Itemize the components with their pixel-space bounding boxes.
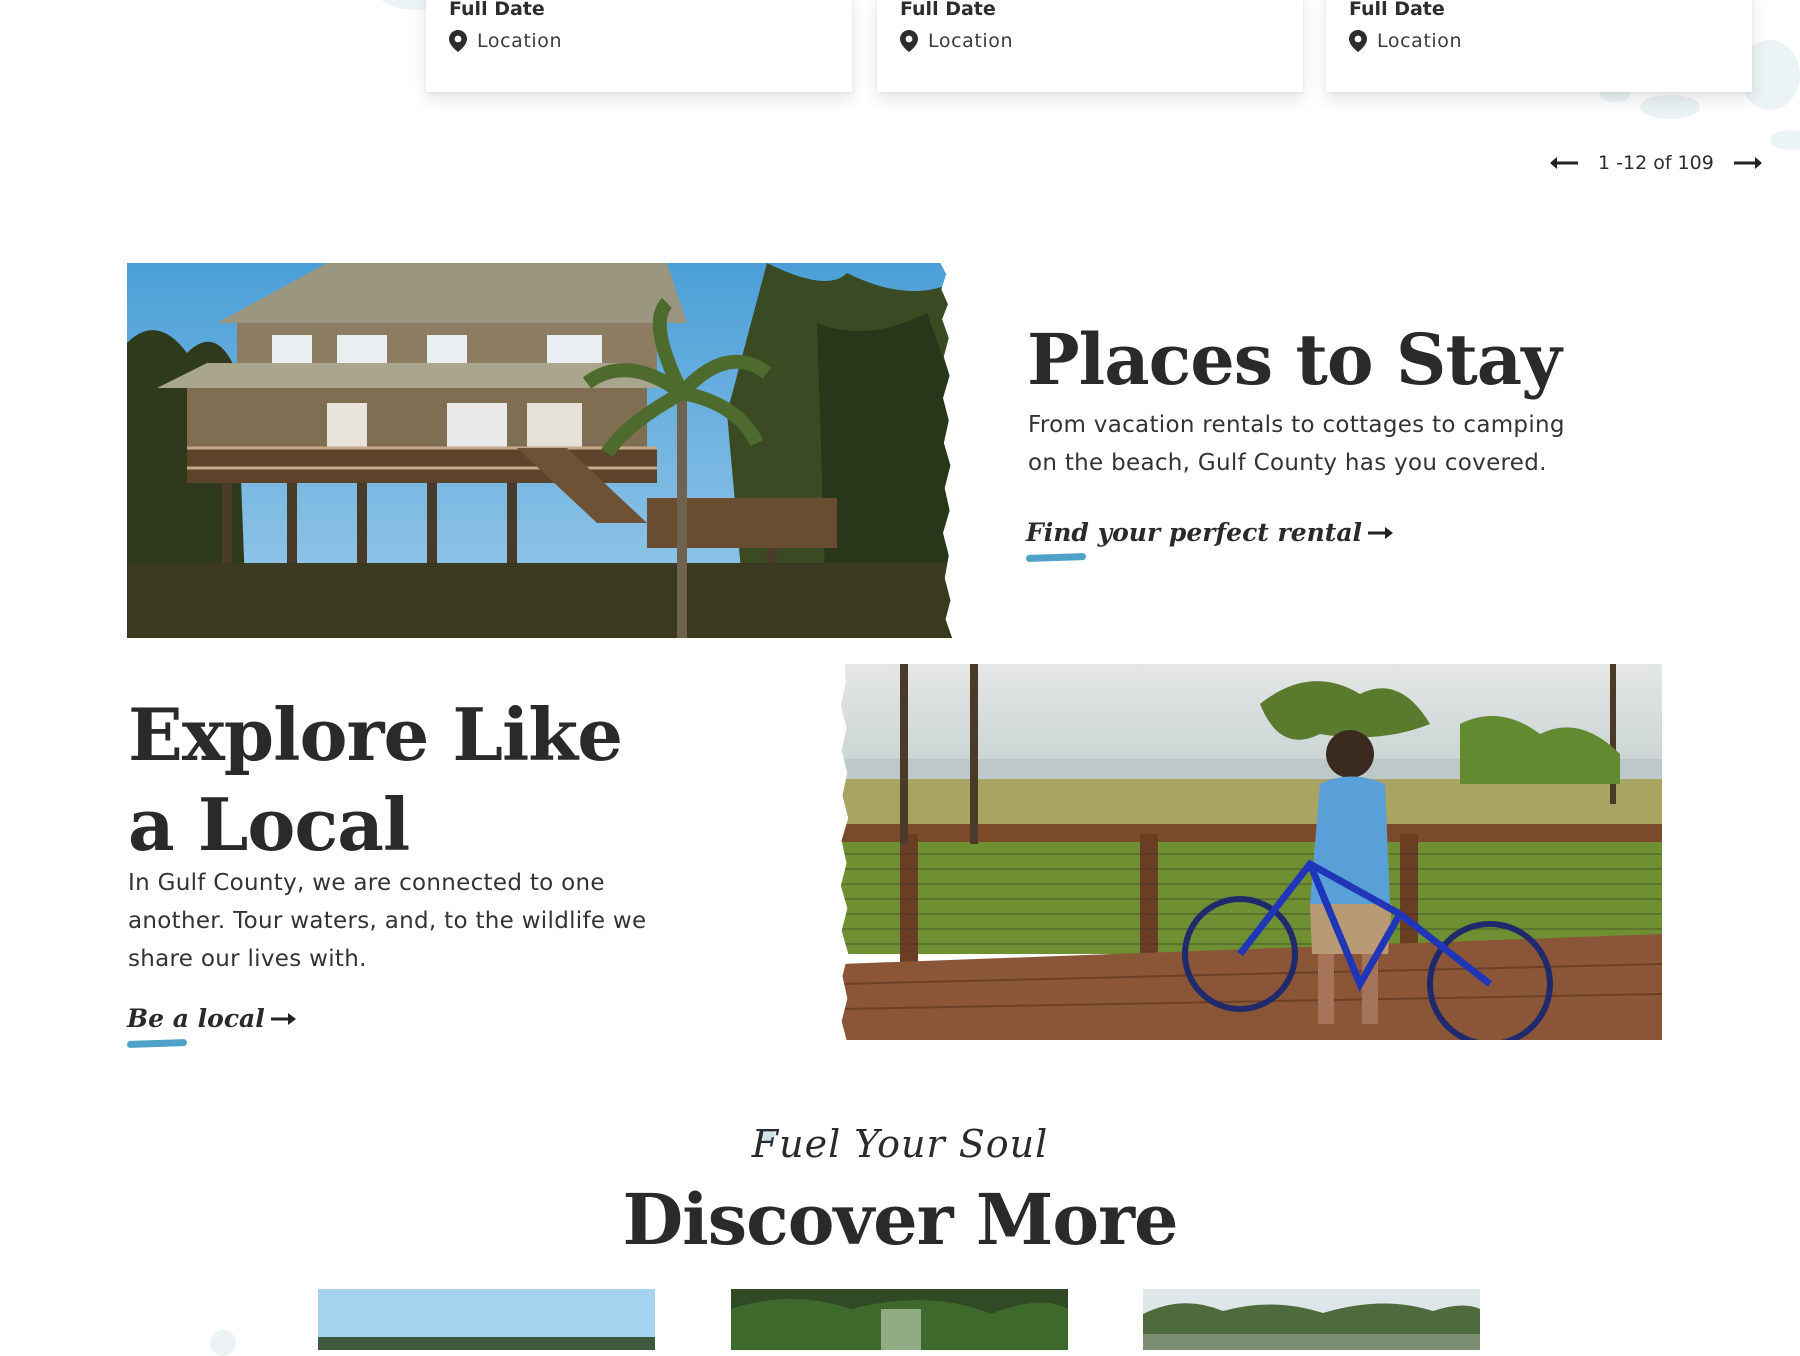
event-card[interactable]: Full Date Location [426,0,852,92]
discover-thumbnail[interactable] [731,1289,1068,1350]
arrow-right-icon [1368,526,1394,539]
pagination: 1 -12 of 109 [1548,152,1764,174]
event-location: Location [1349,30,1462,52]
event-date: Full Date [449,0,545,20]
fuel-your-soul-eyebrow: Fuel Your Soul [751,1122,1049,1166]
beach-house-photo [127,263,952,638]
discover-thumbnail[interactable] [1143,1289,1480,1350]
arrow-right-icon[interactable] [1732,155,1764,171]
explore-description: In Gulf County, we are connected to one … [128,870,647,972]
event-date: Full Date [1349,0,1445,20]
cyclist-boardwalk-photo [840,664,1662,1040]
explore-like-a-local-title: Explore Like a Local [128,692,623,867]
event-card[interactable]: Full Date Location [1326,0,1752,92]
find-rental-link[interactable]: Find your perfect rental [1025,518,1394,563]
discover-more-title: Discover More [622,1178,1178,1261]
accent-underline [1025,552,1087,563]
be-a-local-label: Be a local [127,1004,265,1033]
location-pin-icon [900,30,918,52]
event-location: Location [900,30,1013,52]
event-date: Full Date [900,0,996,20]
event-card[interactable]: Full Date Location [877,0,1303,92]
places-to-stay-title: Places to Stay [1027,318,1562,401]
find-rental-label: Find your perfect rental [1026,518,1363,547]
arrow-right-icon [270,1012,296,1025]
watercolor-splash [210,1330,236,1356]
location-pin-icon [1349,30,1367,52]
arrow-left-icon[interactable] [1548,155,1580,171]
watercolor-splash [1640,95,1700,119]
location-pin-icon [449,30,467,52]
places-to-stay-description: From vacation rentals to cottages to cam… [1028,412,1565,476]
event-location-label: Location [477,30,563,52]
discover-thumbnail[interactable] [318,1289,655,1350]
be-a-local-link[interactable]: Be a local [126,1004,297,1049]
pagination-label: 1 -12 of 109 [1598,152,1714,174]
watercolor-splash [1770,130,1800,150]
event-location: Location [449,30,562,52]
event-location-label: Location [928,30,1014,52]
accent-underline [126,1038,188,1049]
event-location-label: Location [1377,30,1463,52]
